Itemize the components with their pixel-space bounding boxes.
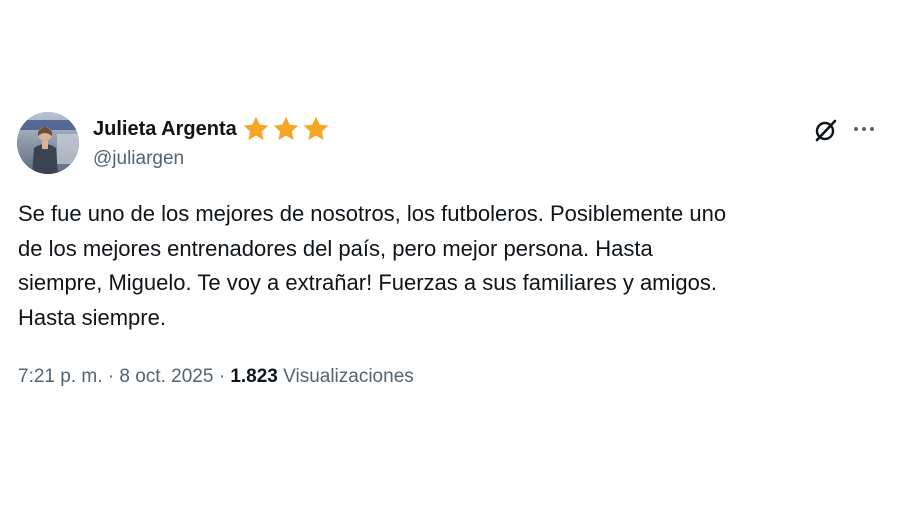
tweet-card: Julieta Argenta @juliargen Se fue uno de… [0, 0, 900, 505]
star-icon [303, 116, 328, 140]
tweet-text: Se fue uno de los mejores de nosotros, l… [18, 201, 727, 330]
tweet-time[interactable]: 7:21 p. m. [18, 366, 103, 387]
badge-stars [241, 114, 331, 144]
grok-icon[interactable] [813, 117, 839, 143]
handle[interactable]: @juliargen [93, 148, 331, 170]
tweet-meta: 7:21 p. m. · 8 oct. 2025 · 1.823 Visuali… [18, 366, 414, 388]
views-count[interactable]: 1.823 [230, 366, 278, 387]
tweet-date[interactable]: 8 oct. 2025 [119, 366, 213, 387]
meta-separator: · [218, 366, 226, 387]
author-block: Julieta Argenta @juliargen [93, 114, 331, 170]
meta-separator: · [107, 366, 115, 387]
name-row: Julieta Argenta [93, 114, 331, 144]
avatar[interactable] [17, 112, 79, 174]
more-icon[interactable] [851, 118, 877, 140]
avatar-image [17, 112, 79, 174]
star-icon [243, 116, 268, 140]
display-name[interactable]: Julieta Argenta [93, 118, 237, 141]
star-icon [273, 116, 298, 140]
views-label: Visualizaciones [283, 366, 414, 387]
